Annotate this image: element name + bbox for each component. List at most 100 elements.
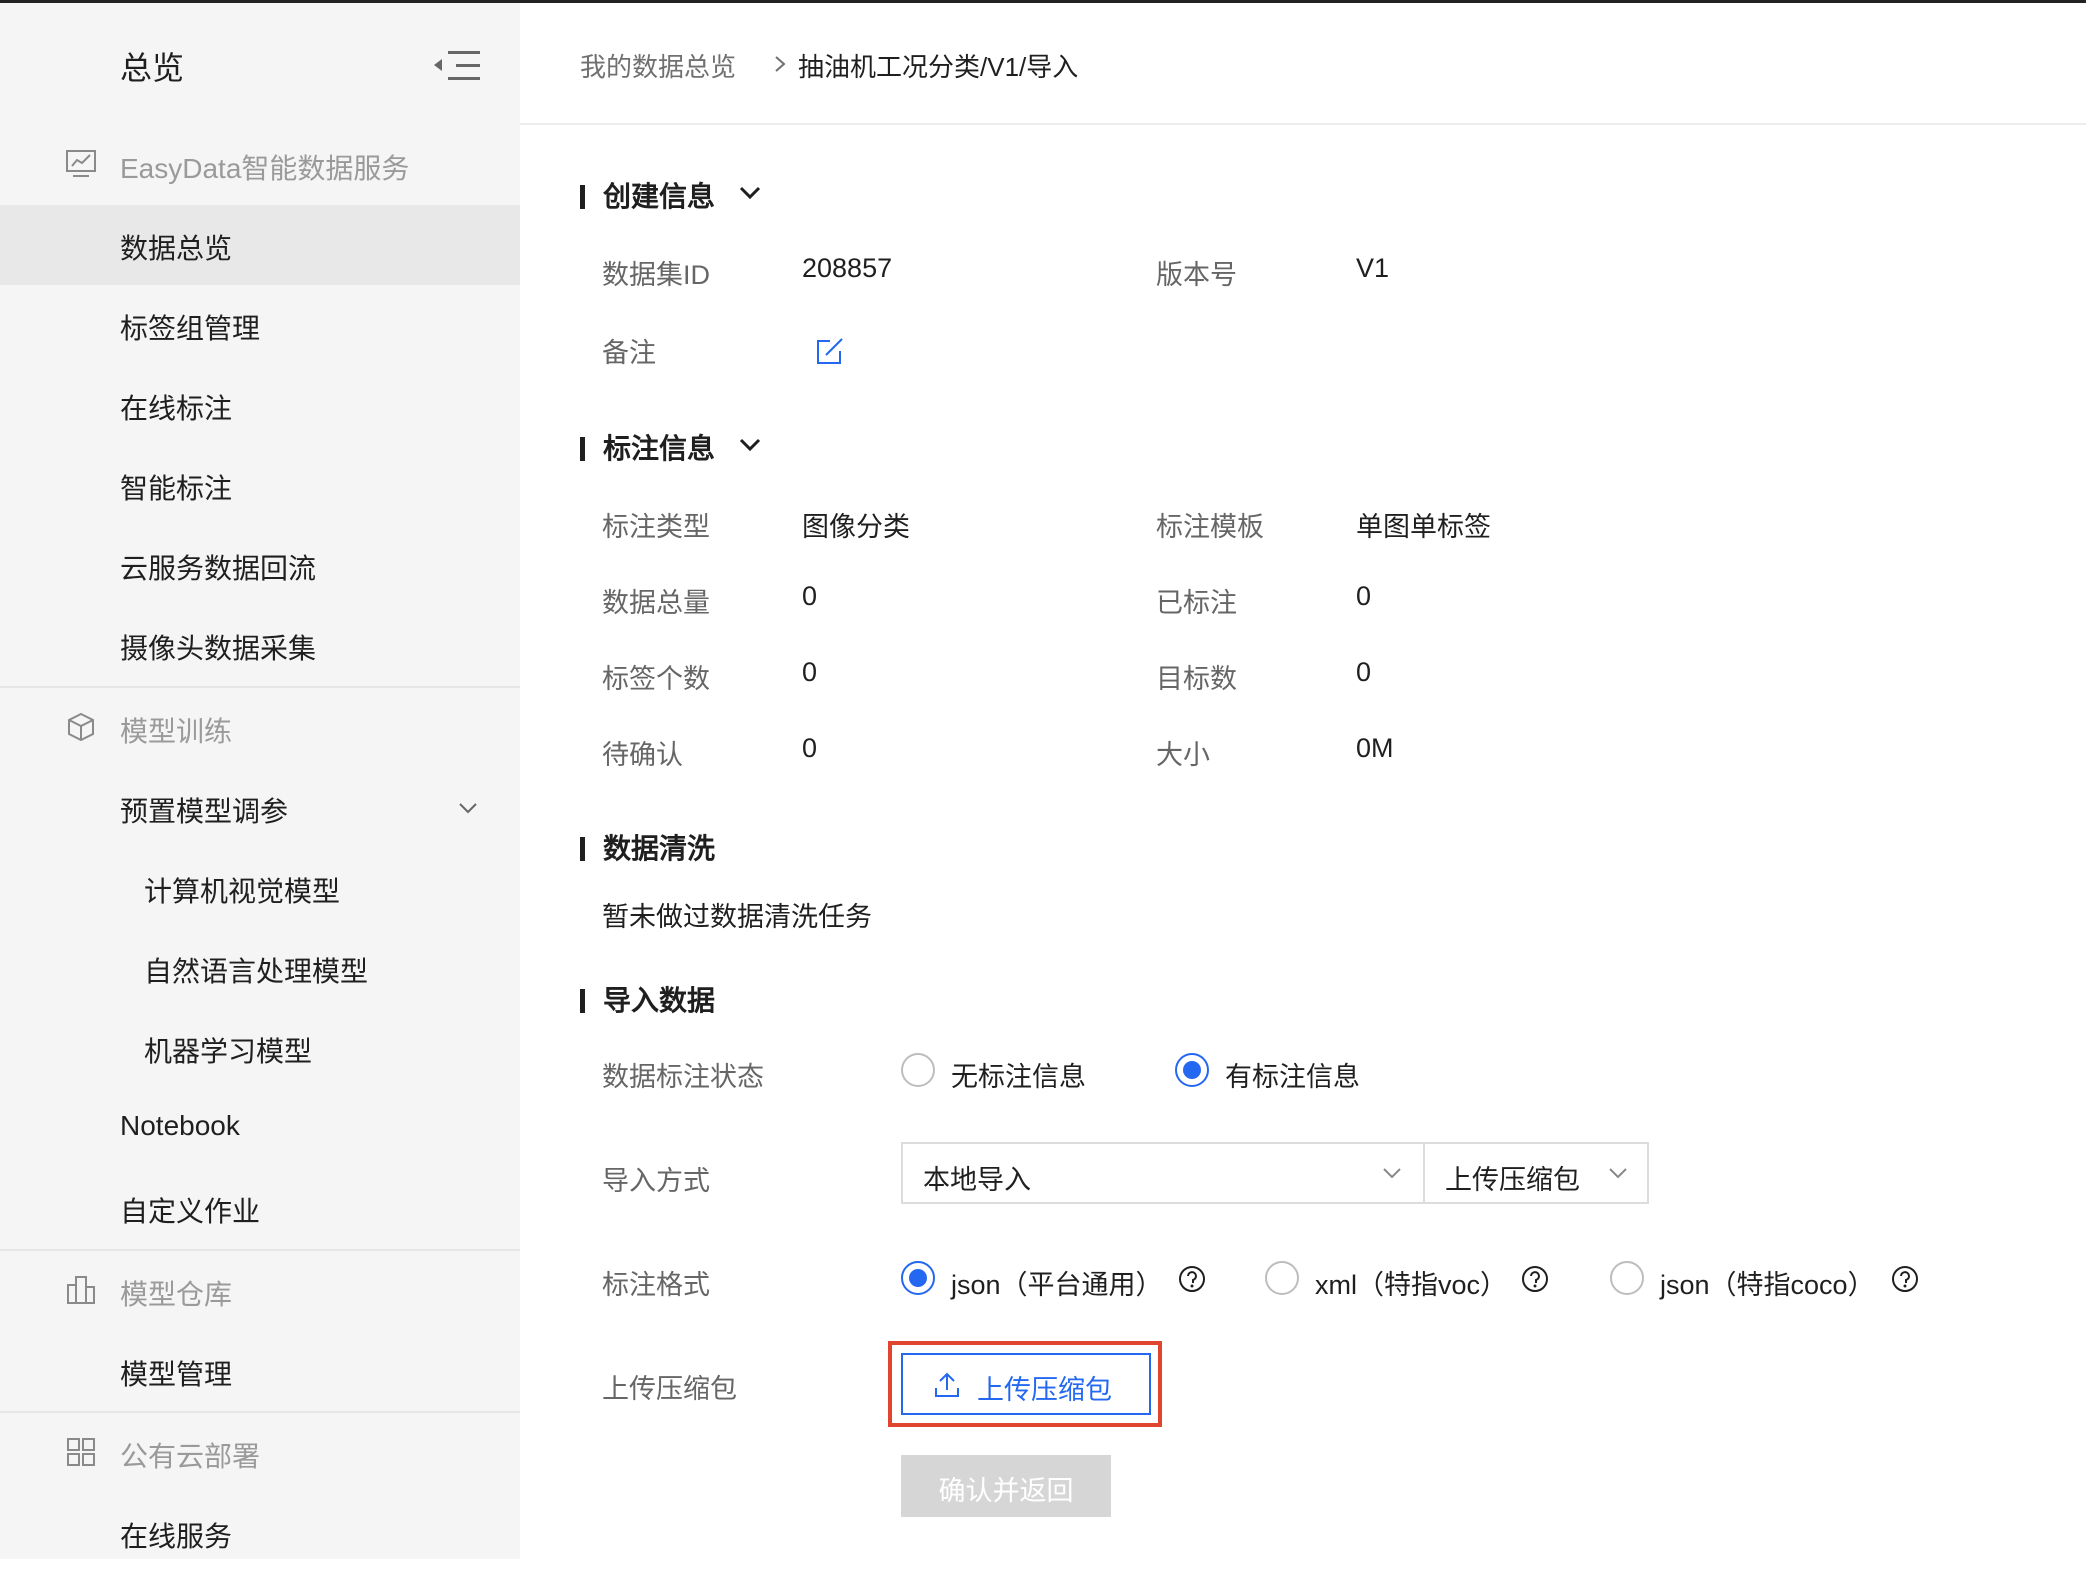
section-title-text: 创建信息 (603, 181, 716, 212)
import-method-label: 导入方式 (602, 1166, 710, 1196)
sidebar-item-cloud-flowback[interactable]: 云服务数据回流 (0, 525, 520, 605)
sidebar-item-label: 标签组管理 (120, 313, 261, 344)
collapse-menu-icon[interactable] (432, 47, 482, 83)
section-title-text: 标注信息 (603, 433, 716, 464)
sidebar-item-smart-label[interactable]: 智能标注 (0, 445, 520, 525)
question-icon[interactable] (1520, 1264, 1550, 1294)
sidebar-header: 总览 (0, 3, 520, 123)
sidebar-title: 总览 (120, 50, 185, 86)
sidebar: 总览 EasyData智能数据服务 数据总览 标签组管理 在线标注 智能标注 云… (0, 3, 520, 1559)
version-label: 版本号 (1156, 260, 1237, 290)
select-value: 上传压缩包 (1445, 1165, 1580, 1195)
dataset-id-value: 208857 (802, 253, 893, 283)
cleaning-status-text: 暂未做过数据清洗任务 (602, 902, 872, 932)
radio-no-label-info[interactable] (901, 1053, 935, 1087)
label-type-value: 图像分类 (802, 512, 910, 542)
labeled-value: 0 (1356, 581, 1372, 611)
sidebar-item-cv-model[interactable]: 计算机视觉模型 (0, 848, 520, 928)
sidebar-item-label: 在线标注 (120, 393, 233, 424)
section-bar (580, 989, 585, 1013)
confirm-return-button[interactable]: 确认并返回 (901, 1455, 1111, 1517)
sidebar-item-label: 预置模型调参 (120, 796, 289, 827)
sidebar-item-custom-job[interactable]: 自定义作业 (0, 1168, 520, 1248)
sidebar-item-model-mgmt[interactable]: 模型管理 (0, 1331, 520, 1411)
section-title-create-info: 创建信息 (580, 175, 715, 215)
main-content: 我的数据总览 抽油机工况分类/V1/导入 创建信息 数据集ID 208857 版… (520, 3, 2086, 1559)
sidebar-item-data-overview[interactable]: 数据总览 (0, 205, 520, 285)
section-bar (580, 185, 585, 209)
deploy-icon (67, 1438, 95, 1466)
cube-icon (68, 712, 94, 742)
sidebar-item-label: 摄像头数据采集 (120, 633, 317, 664)
radio-label: 有标注信息 (1225, 1062, 1360, 1092)
radio-format-json-platform[interactable] (901, 1261, 935, 1295)
upload-zip-label: 上传压缩包 (602, 1374, 737, 1404)
dataset-id-label: 数据集ID (602, 260, 710, 290)
sidebar-item-online-service[interactable]: 在线服务 (0, 1493, 520, 1573)
sidebar-item-label: 自然语言处理模型 (144, 956, 369, 987)
sidebar-item-notebook[interactable]: Notebook (0, 1088, 520, 1168)
chevron-right-icon (775, 56, 786, 72)
sidebar-item-label: 在线服务 (120, 1521, 233, 1552)
sidebar-item-tag-group[interactable]: 标签组管理 (0, 285, 520, 365)
sidebar-item-nlp-model[interactable]: 自然语言处理模型 (0, 928, 520, 1008)
radio-label: json（平台通用） (951, 1270, 1163, 1300)
tag-count-value: 0 (802, 657, 818, 687)
section-title-text: 数据清洗 (603, 833, 716, 864)
question-icon[interactable] (1890, 1264, 1920, 1294)
upload-type-select[interactable]: 上传压缩包 (1423, 1142, 1649, 1204)
tag-count-label: 标签个数 (602, 664, 710, 694)
confirm-button-label: 确认并返回 (938, 1476, 1074, 1506)
radio-format-json-coco[interactable] (1610, 1261, 1644, 1295)
sidebar-item-label: 机器学习模型 (144, 1036, 313, 1067)
pending-label: 待确认 (602, 740, 683, 770)
import-method-select[interactable]: 本地导入 (901, 1142, 1425, 1204)
data-total-value: 0 (802, 581, 818, 611)
building-icon (67, 1276, 95, 1304)
chart-monitor-icon (66, 150, 96, 177)
data-total-label: 数据总量 (602, 588, 710, 618)
size-value: 0M (1356, 733, 1394, 763)
edit-icon[interactable] (814, 335, 846, 367)
radio-format-xml-voc[interactable] (1265, 1261, 1299, 1295)
sidebar-group-label: EasyData智能数据服务 (120, 153, 410, 184)
sidebar-item-camera-collect[interactable]: 摄像头数据采集 (0, 605, 520, 685)
breadcrumb-parent-link[interactable]: 我的数据总览 (580, 47, 736, 84)
chevron-down-icon (1609, 1168, 1627, 1179)
radio-has-label-info[interactable] (1175, 1053, 1209, 1087)
chevron-down-icon (459, 803, 477, 814)
label-template-label: 标注模板 (1156, 512, 1264, 542)
upload-zip-button[interactable]: 上传压缩包 (901, 1353, 1151, 1415)
chevron-down-icon[interactable] (736, 179, 764, 207)
sidebar-item-label: 计算机视觉模型 (144, 876, 341, 907)
radio-label: xml（特指voc） (1315, 1270, 1508, 1300)
sidebar-item-label: 自定义作业 (120, 1196, 261, 1227)
breadcrumb-current: 抽油机工况分类/V1/导入 (798, 52, 1079, 82)
section-title-import: 导入数据 (580, 979, 715, 1019)
upload-icon (935, 1372, 959, 1397)
pending-value: 0 (802, 733, 818, 763)
sidebar-group-training: 模型训练 (0, 688, 520, 768)
section-title-label-info: 标注信息 (580, 427, 715, 467)
chevron-down-icon[interactable] (736, 431, 764, 459)
section-title-text: 导入数据 (603, 985, 716, 1016)
sidebar-item-label: 云服务数据回流 (120, 553, 317, 584)
label-status-label: 数据标注状态 (602, 1062, 764, 1092)
question-icon[interactable] (1177, 1264, 1207, 1294)
sidebar-item-ml-model[interactable]: 机器学习模型 (0, 1008, 520, 1088)
section-title-cleaning: 数据清洗 (580, 827, 715, 867)
sidebar-group-label: 公有云部署 (120, 1441, 261, 1472)
target-count-value: 0 (1356, 657, 1372, 687)
sidebar-item-online-label[interactable]: 在线标注 (0, 365, 520, 445)
radio-label: 无标注信息 (951, 1062, 1086, 1092)
label-format-label: 标注格式 (602, 1270, 710, 1300)
remark-label: 备注 (602, 338, 656, 368)
target-count-label: 目标数 (1156, 664, 1237, 694)
label-template-value: 单图单标签 (1356, 512, 1491, 542)
breadcrumb: 我的数据总览 抽油机工况分类/V1/导入 (520, 3, 2086, 125)
upload-button-label: 上传压缩包 (977, 1375, 1112, 1405)
labeled-label: 已标注 (1156, 588, 1237, 618)
radio-label: json（特指coco） (1660, 1270, 1875, 1300)
sidebar-item-preset-tuning[interactable]: 预置模型调参 (0, 768, 520, 848)
section-bar (580, 437, 585, 461)
